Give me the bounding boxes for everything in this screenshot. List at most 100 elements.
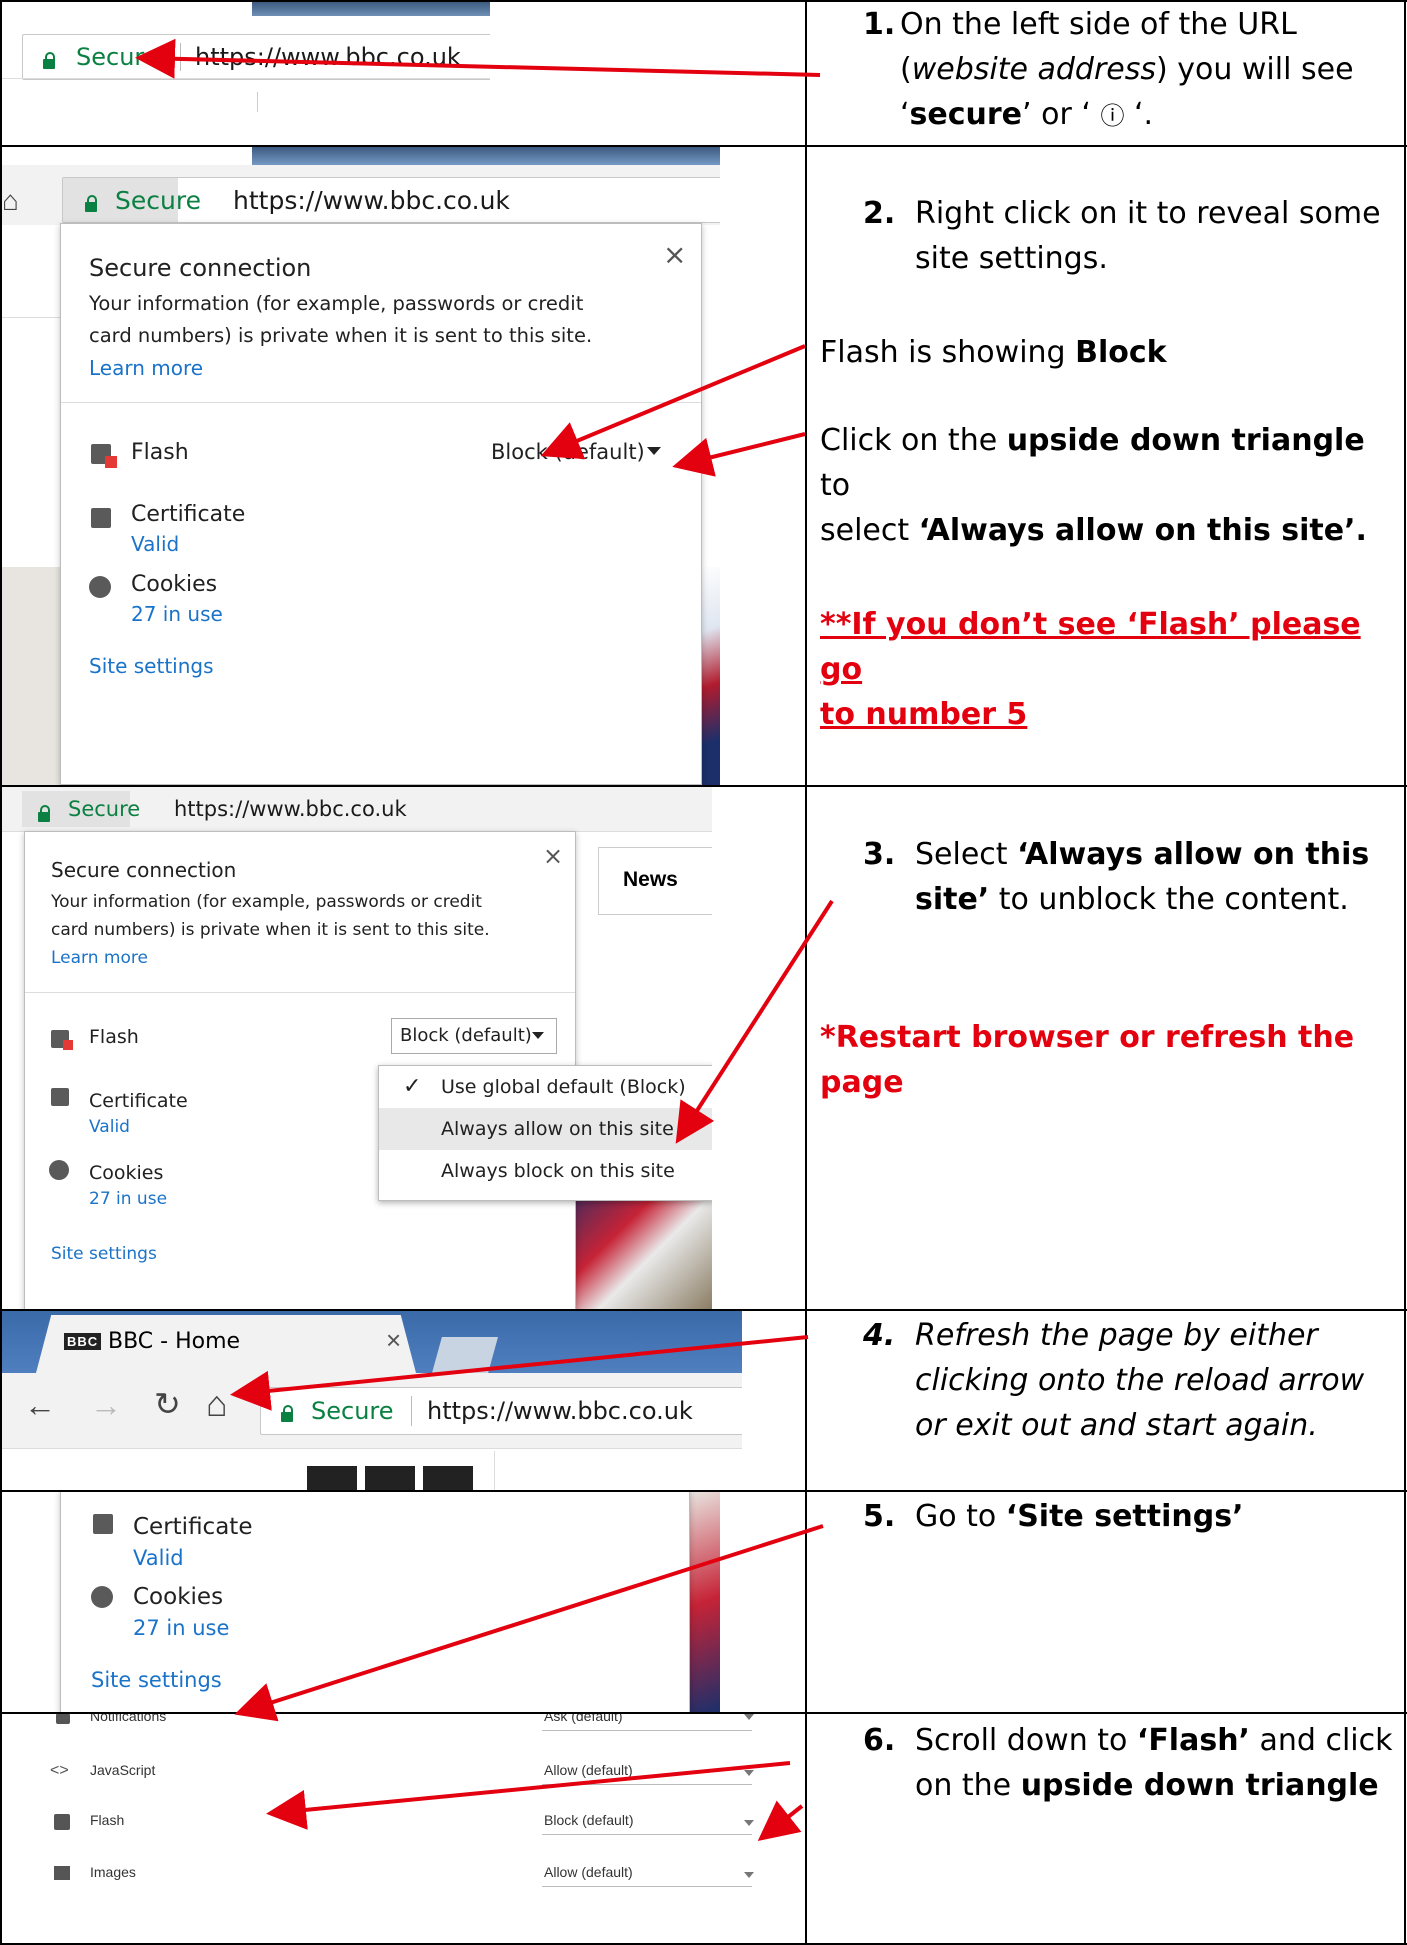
step-1-text: 1. On the left side of the URL (website …	[805, 2, 1405, 139]
restart-warning: *Restart browser or refresh the page	[820, 1020, 1355, 1100]
site-settings-link[interactable]: Site settings	[51, 1244, 157, 1264]
popup-description-2: card numbers) is private when it is sent…	[89, 324, 593, 347]
lock-icon	[38, 804, 50, 822]
dropdown-triangle-icon[interactable]	[744, 1820, 754, 1826]
flash-showing-note: Flash is showing Block	[820, 335, 1167, 370]
tab-close-icon[interactable]: ×	[386, 1325, 401, 1356]
popup-description-2: card numbers) is private when it is sent…	[51, 920, 490, 940]
popup-description-1: Your information (for example, passwords…	[51, 892, 482, 912]
url-text[interactable]: https://www.bbc.co.uk	[195, 43, 461, 71]
back-arrow-icon[interactable]: ←	[24, 1387, 56, 1424]
step-4-text: 4. Refresh the page by either clicking o…	[863, 1313, 1403, 1448]
learn-more-link[interactable]: Learn more	[89, 356, 203, 380]
step-5-text: 5. Go to ‘Site settings’	[863, 1494, 1403, 1539]
certificate-icon	[91, 508, 111, 528]
tab-title: BBC - Home	[108, 1329, 241, 1354]
news-tab[interactable]: News	[598, 847, 712, 915]
menu-option-global-default[interactable]: ✓ Use global default (Block)	[379, 1066, 712, 1108]
site-settings-link[interactable]: Site settings	[91, 1668, 222, 1692]
cookies-label: Cookies	[89, 1162, 164, 1184]
certificate-valid-link[interactable]: Valid	[133, 1546, 184, 1570]
cookies-in-use-link[interactable]: 27 in use	[133, 1616, 229, 1640]
site-settings-link[interactable]: Site settings	[89, 654, 214, 678]
cookie-icon	[91, 1586, 113, 1608]
step-number: 6.	[863, 1723, 896, 1758]
close-icon[interactable]: ×	[543, 842, 563, 870]
flash-missing-warning: **If you don’t see ‘Flash’ please go to …	[820, 607, 1361, 732]
step-number: 5.	[863, 1499, 896, 1534]
cookie-icon	[49, 1160, 69, 1180]
screenshot-step-4: BBC BBC - Home × ← → ↻ ⌂ Secure https://…	[2, 1311, 742, 1490]
screenshot-step-6: Notifications Ask (default) <> JavaScrip…	[2, 1714, 780, 1943]
info-icon: ⓘ	[1100, 102, 1125, 130]
browser-tab[interactable]: BBC BBC - Home ×	[36, 1315, 416, 1373]
secure-label[interactable]: Secure	[68, 797, 140, 821]
site-info-popup-partial: Certificate Valid Cookies 27 in use Site…	[60, 1492, 690, 1712]
address-bar[interactable]: Secure https://www.bbc.co.uk	[22, 34, 490, 80]
cookies-in-use-link[interactable]: 27 in use	[89, 1189, 167, 1209]
new-tab-button[interactable]	[432, 1337, 498, 1373]
url-text[interactable]: https://www.bbc.co.uk	[233, 186, 510, 215]
address-bar[interactable]: Secure https://www.bbc.co.uk	[22, 791, 712, 827]
code-icon: <>	[50, 1762, 69, 1779]
step-number: 2.	[863, 196, 896, 231]
step-3-text: 3. Select ‘Always allow on this site’ to…	[863, 832, 1403, 922]
popup-description-1: Your information (for example, passwords…	[89, 292, 584, 315]
home-icon[interactable]: ⌂	[2, 185, 19, 217]
step-number: 3.	[863, 837, 896, 872]
secure-label[interactable]: Secure	[76, 43, 159, 71]
screenshot-step-2: ⌂ Secure https://www.bbc.co.uk Secure co…	[2, 147, 720, 785]
cookie-icon	[89, 576, 111, 598]
flash-permission-dropdown[interactable]: Block (default)	[391, 1018, 557, 1054]
lock-icon	[281, 1404, 293, 1422]
bell-icon	[56, 1714, 70, 1724]
settings-row-notifications[interactable]: Notifications Ask (default)	[2, 1714, 780, 1732]
certificate-valid-link[interactable]: Valid	[89, 1117, 130, 1137]
reload-icon[interactable]: ↻	[154, 1385, 181, 1423]
dropdown-triangle-icon[interactable]	[532, 1032, 544, 1039]
step-number: 1.	[863, 7, 896, 42]
bbc-logo-icon: BBC	[64, 1333, 102, 1350]
checkmark-icon: ✓	[403, 1074, 422, 1099]
forward-arrow-icon[interactable]: →	[90, 1387, 122, 1424]
step-1-line-2: (website address) you will see	[900, 52, 1354, 87]
step-1-line-3: ‘secure’ or ‘ ⓘ ‘.	[900, 97, 1154, 132]
url-text[interactable]: https://www.bbc.co.uk	[174, 797, 407, 821]
cookies-in-use-link[interactable]: 27 in use	[131, 602, 223, 626]
flash-options-menu: ✓ Use global default (Block) Always allo…	[378, 1065, 712, 1201]
url-text[interactable]: https://www.bbc.co.uk	[427, 1397, 693, 1425]
table-column-divider	[805, 0, 807, 1945]
home-icon[interactable]: ⌂	[206, 1383, 228, 1425]
step-2-line-1: Right click on it to reveal some	[915, 196, 1381, 231]
flash-permission-dropdown[interactable]: Block (default)	[491, 440, 645, 464]
settings-row-javascript[interactable]: <> JavaScript Allow (default)	[2, 1752, 780, 1792]
certificate-valid-link[interactable]: Valid	[131, 532, 179, 556]
certificate-label: Certificate	[133, 1514, 253, 1540]
lock-icon	[85, 194, 97, 212]
close-icon[interactable]: ×	[663, 238, 686, 271]
secure-label[interactable]: Secure	[115, 186, 201, 215]
screenshot-step-1: Secure https://www.bbc.co.uk	[2, 2, 490, 145]
dropdown-triangle-icon[interactable]	[647, 447, 661, 455]
secure-label[interactable]: Secure	[311, 1397, 394, 1425]
step-6-text: 6. Scroll down to ‘Flash’ and click on t…	[863, 1718, 1403, 1808]
settings-row-images[interactable]: Images Allow (default)	[2, 1854, 780, 1894]
address-bar[interactable]: Secure https://www.bbc.co.uk	[62, 177, 720, 223]
screenshot-step-5: Certificate Valid Cookies 27 in use Site…	[2, 1492, 720, 1712]
menu-option-always-block[interactable]: Always block on this site	[379, 1150, 712, 1192]
cookies-label: Cookies	[133, 1584, 224, 1610]
image-icon	[54, 1866, 70, 1880]
settings-row-flash[interactable]: Flash Block (default)	[2, 1802, 780, 1842]
screenshot-step-3: Secure https://www.bbc.co.uk News Secure…	[2, 787, 712, 1309]
puzzle-icon	[54, 1814, 70, 1830]
address-bar[interactable]: Secure https://www.bbc.co.uk	[260, 1387, 742, 1435]
popup-title: Secure connection	[89, 254, 312, 282]
step-number: 4.	[863, 1318, 896, 1353]
lock-icon	[43, 51, 55, 69]
popup-title: Secure connection	[51, 858, 237, 882]
learn-more-link[interactable]: Learn more	[51, 948, 148, 968]
menu-option-always-allow[interactable]: Always allow on this site	[379, 1108, 712, 1150]
table-border-right	[1404, 0, 1406, 1945]
certificate-label: Certificate	[131, 502, 246, 527]
flash-label: Flash	[89, 1026, 139, 1048]
